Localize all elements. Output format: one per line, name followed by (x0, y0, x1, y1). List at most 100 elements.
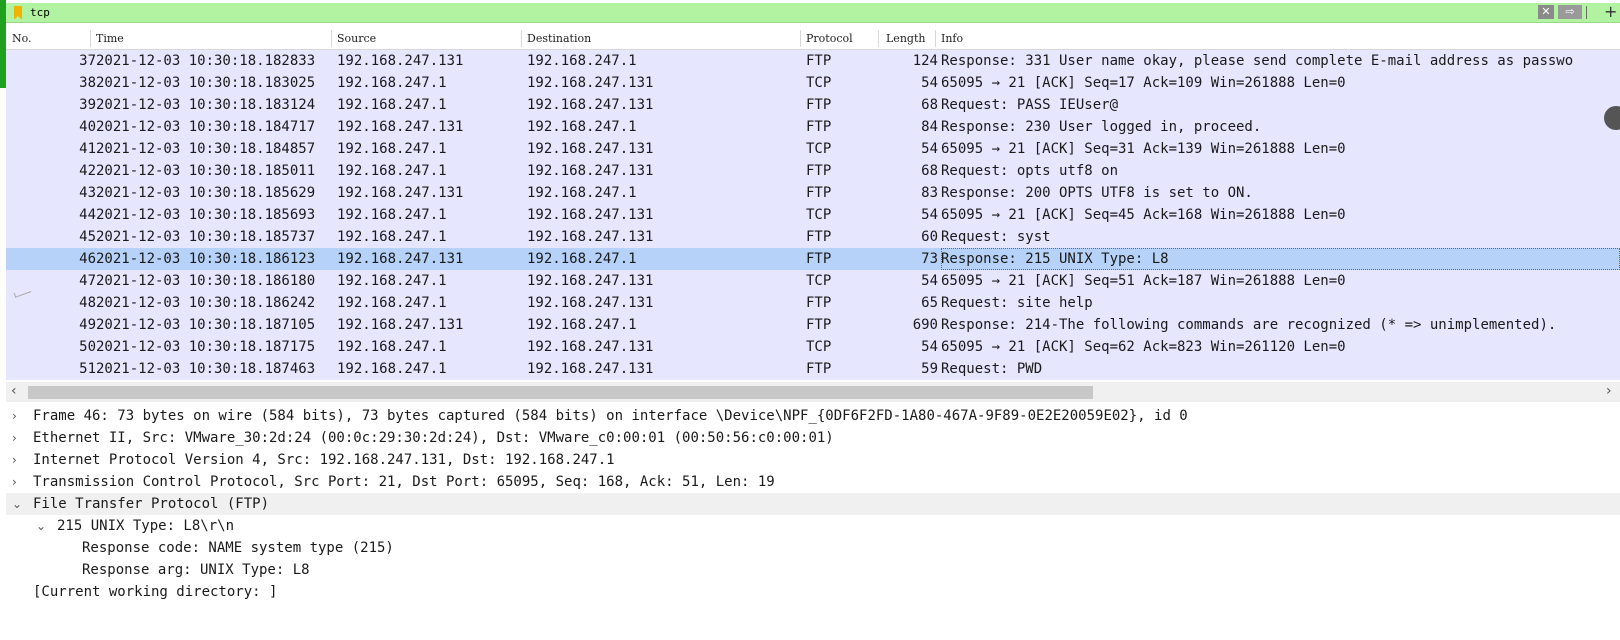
cell-time: 2021-12-03 10:30:18.187463 (96, 361, 316, 377)
column-header-time[interactable]: Time (96, 32, 124, 45)
cell-source: 192.168.247.131 (337, 251, 464, 267)
table-row[interactable]: 47 2021-12-03 10:30:18.186180 192.168.247.… (6, 270, 1620, 292)
table-row[interactable]: 45 2021-12-03 10:30:18.185737 192.168.247.… (6, 226, 1620, 248)
bookmark-icon[interactable] (14, 6, 22, 20)
cell-no: 48 (79, 295, 96, 311)
scroll-right-icon[interactable]: › (1606, 383, 1612, 399)
collapse-icon[interactable]: ⌄ (12, 493, 22, 515)
packet-details-pane[interactable]: › Frame 46: 73 bytes on wire (584 bits), … (6, 405, 1620, 640)
tree-item-label: Ethernet II, Src: VMware_30:2d:24 (00:0c… (33, 430, 834, 446)
cell-no: 49 (79, 317, 96, 333)
cell-protocol: FTP (806, 97, 832, 113)
cell-time: 2021-12-03 10:30:18.185737 (96, 229, 316, 245)
cell-source: 192.168.247.131 (337, 317, 464, 333)
column-header-no[interactable]: No. (12, 32, 32, 45)
packet-list[interactable]: 51 2021-12-03 10:30:18.187463 192.168.247.… (6, 50, 1620, 380)
packet-list-header: No. Time Source Destination Protocol Len… (6, 28, 1620, 50)
cell-length: 54 (921, 339, 938, 355)
cell-source: 192.168.247.1 (337, 339, 447, 355)
display-filter-bar: ✕ ⇨ + (6, 2, 1620, 23)
cell-no: 37 (79, 53, 96, 69)
table-row[interactable]: 48 2021-12-03 10:30:18.186242 192.168.247.… (6, 292, 1620, 314)
cell-length: 54 (921, 141, 938, 157)
cell-protocol: TCP (806, 75, 832, 91)
cell-time: 2021-12-03 10:30:18.187175 (96, 339, 316, 355)
scrollbar-thumb[interactable] (28, 386, 1093, 399)
cell-source: 192.168.247.1 (337, 207, 447, 223)
expand-icon[interactable]: › (12, 405, 17, 427)
column-header-length[interactable]: Length (886, 32, 925, 45)
tree-item-label: Internet Protocol Version 4, Src: 192.16… (33, 452, 615, 468)
expand-icon[interactable]: › (12, 471, 17, 493)
table-row[interactable]: 50 2021-12-03 10:30:18.187175 192.168.247.… (6, 336, 1620, 358)
cell-time: 2021-12-03 10:30:18.183124 (96, 97, 316, 113)
cell-protocol: TCP (806, 141, 832, 157)
apply-filter-icon[interactable]: ⇨ (1558, 5, 1582, 19)
table-row[interactable]: 51 2021-12-03 10:30:18.187463 192.168.247.… (6, 358, 1620, 380)
table-row[interactable]: 43 2021-12-03 10:30:18.185629 192.168.247.… (6, 182, 1620, 204)
table-row-selected[interactable]: 46 2021-12-03 10:30:18.186123 192.168.247.… (6, 248, 1620, 270)
column-header-info[interactable]: Info (941, 32, 963, 45)
cell-protocol: FTP (806, 251, 832, 267)
table-row[interactable]: 44 2021-12-03 10:30:18.185693 192.168.247.… (6, 204, 1620, 226)
cell-time: 2021-12-03 10:30:18.184717 (96, 119, 316, 135)
cell-no: 45 (79, 229, 96, 245)
cell-time: 2021-12-03 10:30:18.186180 (96, 273, 316, 289)
cell-destination: 192.168.247.131 (527, 207, 654, 223)
cell-protocol: FTP (806, 185, 832, 201)
collapse-icon[interactable]: ⌄ (36, 515, 46, 537)
cell-time: 2021-12-03 10:30:18.182833 (96, 53, 316, 69)
table-row[interactable]: 42 2021-12-03 10:30:18.185011 192.168.247.… (6, 160, 1620, 182)
cell-length: 54 (921, 207, 938, 223)
column-header-protocol[interactable]: Protocol (806, 32, 853, 45)
cell-no: 41 (79, 141, 96, 157)
table-row[interactable]: 41 2021-12-03 10:30:18.184857 192.168.247.… (6, 138, 1620, 160)
cell-info: Request: opts utf8 on (941, 163, 1119, 179)
cell-no: 38 (79, 75, 96, 91)
cell-destination: 192.168.247.131 (527, 97, 654, 113)
clear-filter-icon[interactable]: ✕ (1538, 5, 1554, 19)
cell-no: 40 (79, 119, 96, 135)
table-row[interactable]: 37 2021-12-03 10:30:18.182833 192.168.247.… (6, 50, 1620, 72)
cell-destination: 192.168.247.131 (527, 339, 654, 355)
add-filter-button-icon[interactable]: + (1604, 2, 1617, 21)
cell-length: 124 (912, 53, 938, 69)
expand-icon[interactable]: › (12, 449, 17, 471)
cell-info: 65095 → 21 [ACK] Seq=31 Ack=139 Win=2618… (941, 141, 1346, 157)
cell-destination: 192.168.247.131 (527, 361, 654, 377)
cell-time: 2021-12-03 10:30:18.186242 (96, 295, 316, 311)
cell-time: 2021-12-03 10:30:18.184857 (96, 141, 316, 157)
expand-icon[interactable]: › (12, 427, 17, 449)
table-row[interactable]: 38 2021-12-03 10:30:18.183025 192.168.247.… (6, 72, 1620, 94)
display-filter-input[interactable] (30, 4, 1430, 21)
cell-info: Request: syst (941, 229, 1051, 245)
cell-info: Request: PWD (941, 361, 1043, 377)
table-row[interactable]: 40 2021-12-03 10:30:18.184717 192.168.247.… (6, 116, 1620, 138)
cell-time: 2021-12-03 10:30:18.185011 (96, 163, 316, 179)
cell-info: Response: 230 User logged in, proceed. (941, 119, 1262, 135)
horizontal-scrollbar[interactable]: ‹ › (6, 382, 1620, 402)
table-row[interactable]: 49 2021-12-03 10:30:18.187105 192.168.247.… (6, 314, 1620, 336)
cell-length: 84 (921, 119, 938, 135)
cell-length: 54 (921, 273, 938, 289)
cell-source: 192.168.247.1 (337, 229, 447, 245)
scroll-left-icon[interactable]: ‹ (11, 383, 17, 399)
tree-item-label: File Transfer Protocol (FTP) (33, 496, 270, 512)
cell-info: Response: 200 OPTS UTF8 is set to ON. (941, 185, 1253, 201)
cell-info: Response: 214-The following commands are… (941, 317, 1557, 333)
cell-length: 60 (921, 229, 938, 245)
cell-info: 65095 → 21 [ACK] Seq=62 Ack=823 Win=2611… (941, 339, 1346, 355)
cell-destination: 192.168.247.131 (527, 229, 654, 245)
cell-source: 192.168.247.1 (337, 97, 447, 113)
cell-no: 44 (79, 207, 96, 223)
cell-time: 2021-12-03 10:30:18.185629 (96, 185, 316, 201)
table-row[interactable]: 39 2021-12-03 10:30:18.183124 192.168.247.… (6, 94, 1620, 116)
column-header-destination[interactable]: Destination (527, 32, 591, 45)
tree-item-label: Frame 46: 73 bytes on wire (584 bits), 7… (33, 408, 1188, 424)
cell-info: Request: PASS IEUser@ (941, 97, 1119, 113)
cell-protocol: FTP (806, 163, 832, 179)
cell-info: Response: 331 User name okay, please sen… (941, 53, 1574, 69)
cell-protocol: TCP (806, 339, 832, 355)
cell-protocol: TCP (806, 207, 832, 223)
column-header-source[interactable]: Source (337, 32, 376, 45)
